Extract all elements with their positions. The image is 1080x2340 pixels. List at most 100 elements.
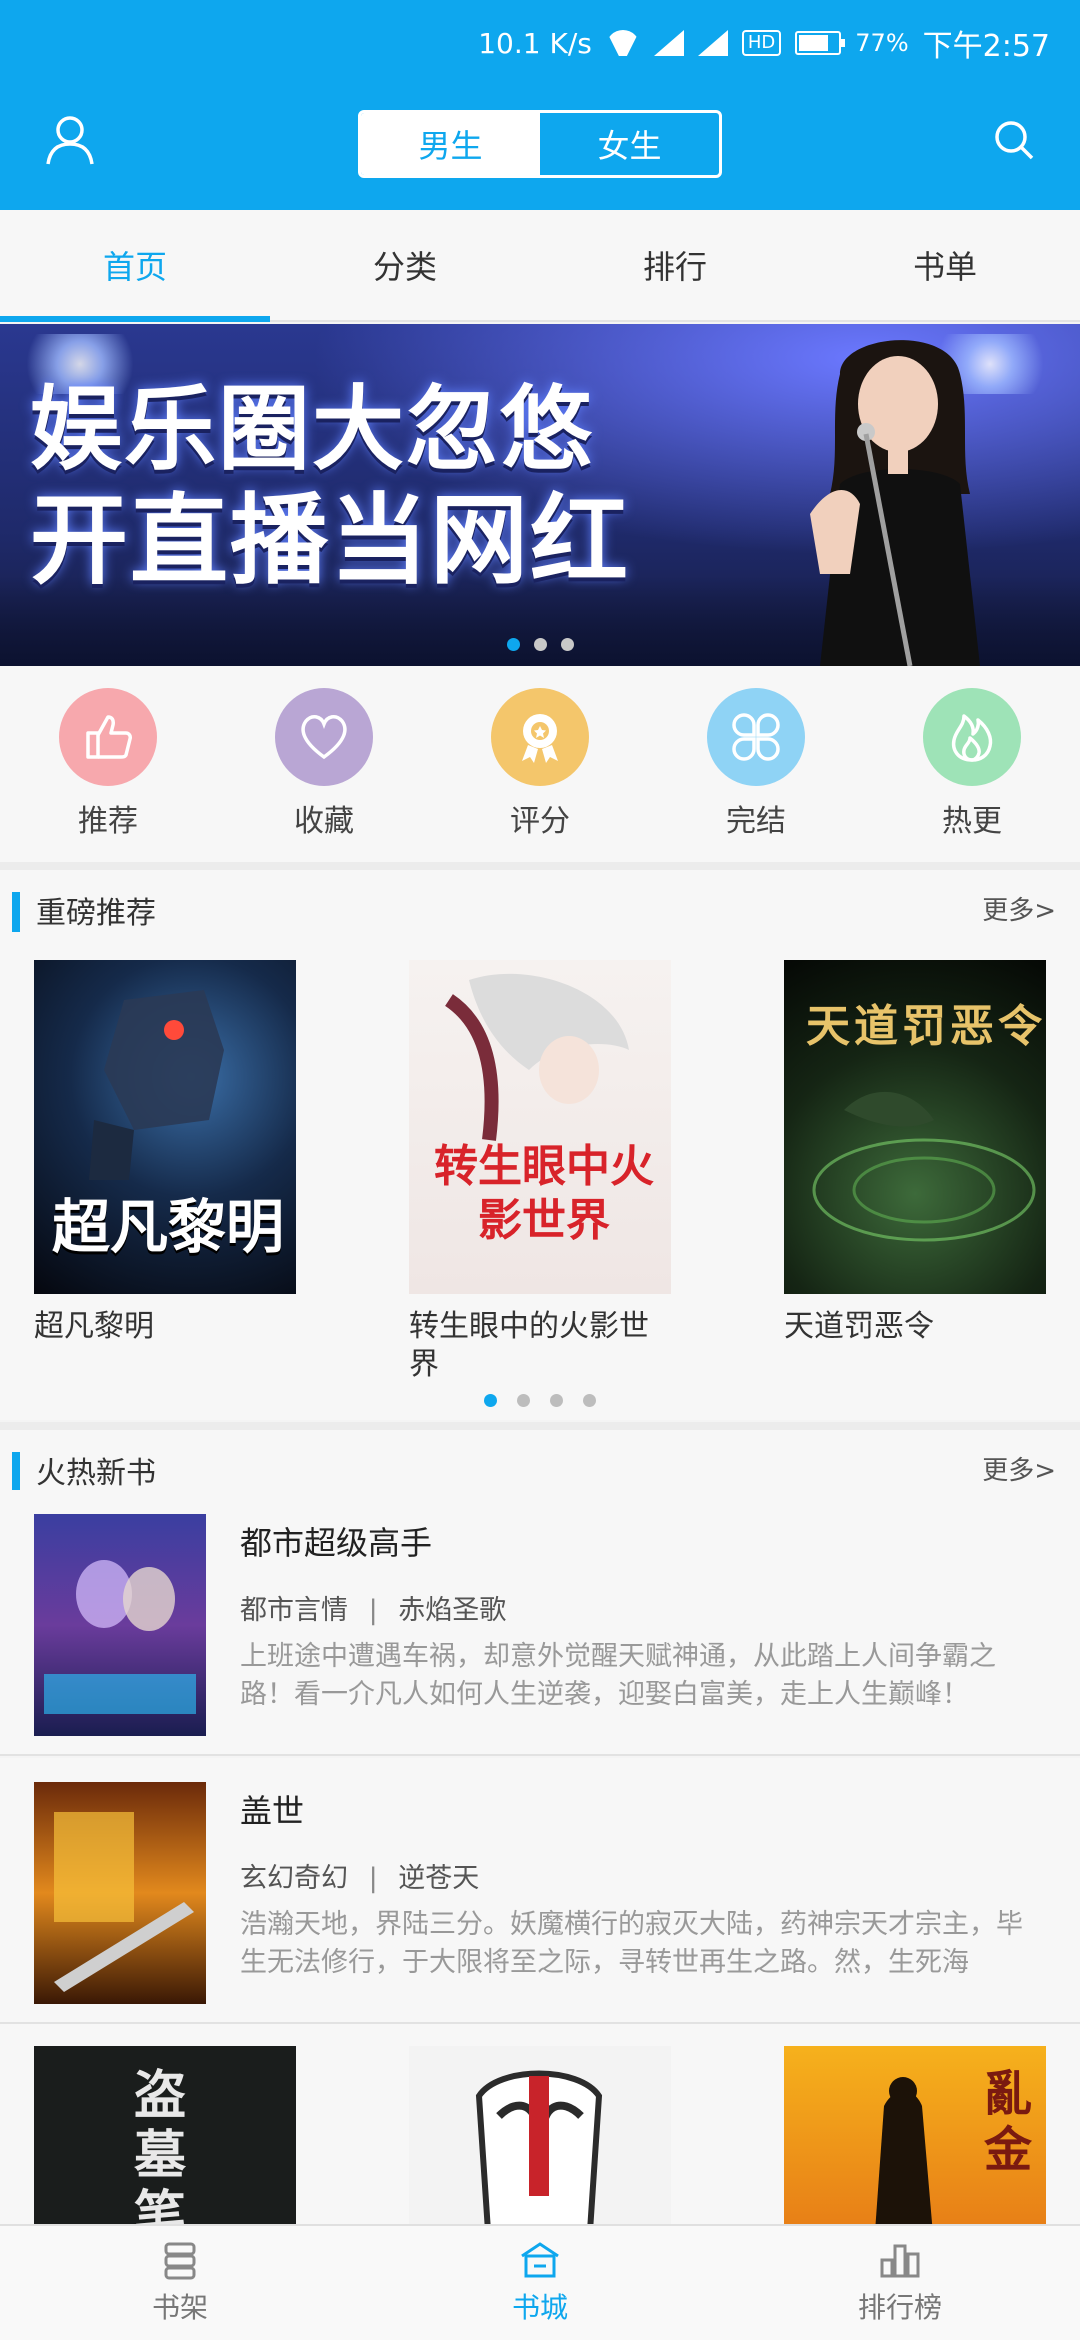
thumbs-up-icon bbox=[59, 688, 157, 786]
book-description: 上班途中遭遇车祸，却意外觉醒天赋神通，从此踏上人间争霸之路！看一介凡人如何人生逆… bbox=[240, 1641, 996, 1710]
heart-icon bbox=[275, 688, 373, 786]
search-icon bbox=[995, 121, 1034, 160]
book-category: 都市言情 bbox=[240, 1595, 348, 1626]
status-bar: 10.1 K/s HD 77% 下午2:57 bbox=[478, 18, 1050, 68]
book-thumbnail bbox=[34, 1514, 206, 1736]
ranking-icon bbox=[880, 2244, 920, 2278]
gender-tab-female[interactable]: 女生 bbox=[540, 113, 719, 175]
cover-title: 转生眼中火影世界 bbox=[434, 1141, 654, 1246]
banner-line-2: 开直播当网红 bbox=[30, 484, 631, 598]
meta-separator: | bbox=[368, 1863, 378, 1894]
pager-dot[interactable] bbox=[583, 1394, 596, 1407]
nav-label: 书架 bbox=[151, 2291, 208, 2324]
banner-dot[interactable] bbox=[533, 638, 547, 651]
featured-section-header: 重磅推荐 更多> bbox=[0, 870, 1080, 950]
banner-dot[interactable] bbox=[560, 638, 574, 651]
book-thumbnail-art bbox=[44, 1560, 196, 1714]
section-title: 火热新书 bbox=[36, 1456, 156, 1491]
battery-fill bbox=[799, 35, 829, 51]
tab-ranking[interactable]: 排行 bbox=[540, 210, 810, 320]
banner-indicator bbox=[0, 638, 1080, 651]
opera-mask-illustration bbox=[475, 2070, 603, 2224]
nav-bookshelf[interactable]: 书架 bbox=[0, 2226, 360, 2340]
book-author: 逆苍天 bbox=[398, 1863, 480, 1894]
tab-booklist[interactable]: 书单 bbox=[810, 210, 1080, 320]
hot-new-more-link[interactable]: 更多> bbox=[982, 1450, 1056, 1487]
book-cover[interactable]: 亂金 bbox=[784, 2046, 1046, 2224]
section-accent-bar bbox=[12, 1452, 20, 1492]
featured-books: 超凡黎明 超凡黎明 转生眼中火影世界 转生眼中的火影世界 天道罚恶令 天道罚恶令 bbox=[0, 950, 1080, 1420]
nav-label: 排行榜 bbox=[857, 2291, 942, 2324]
book-title: 都市超级高手 bbox=[240, 1524, 433, 1562]
book-name: 转生眼中的火影世界 bbox=[409, 1309, 649, 1382]
flame-icon bbox=[923, 688, 1021, 786]
cover-title: 亂金 bbox=[984, 2066, 1033, 2178]
banner-dot[interactable] bbox=[506, 638, 520, 651]
category-shortcuts: 推荐 收藏 评分 完结 热更 bbox=[0, 666, 1080, 862]
pager-dot[interactable] bbox=[484, 1394, 497, 1407]
clock: 下午2:57 bbox=[922, 29, 1050, 64]
bookshelf-icon bbox=[164, 2242, 196, 2280]
category-label: 完结 bbox=[726, 804, 786, 839]
book-category: 玄幻奇幻 bbox=[240, 1863, 348, 1894]
book-cover[interactable] bbox=[409, 2046, 671, 2224]
cover-title: 盗墓笔 bbox=[134, 2066, 187, 2224]
pager-dot[interactable] bbox=[517, 1394, 530, 1407]
tab-category[interactable]: 分类 bbox=[270, 210, 540, 320]
app-header: 10.1 K/s HD 77% 下午2:57 男生 女生 bbox=[0, 0, 1080, 210]
hd-icon: HD bbox=[741, 30, 782, 56]
category-rating[interactable]: 评分 bbox=[432, 666, 648, 862]
book-cover[interactable]: 盗墓笔 bbox=[34, 2046, 296, 2224]
user-profile-button[interactable] bbox=[44, 114, 96, 166]
featured-book[interactable]: 超凡黎明 超凡黎明 bbox=[34, 960, 296, 1346]
signal-icon bbox=[653, 30, 684, 56]
nav-bookstore[interactable]: 书城 bbox=[360, 2226, 720, 2340]
category-hot-update[interactable]: 热更 bbox=[864, 666, 1080, 862]
book-description: 浩瀚天地，界陆三分。妖魔横行的寂灭大陆，药神宗天才宗主，毕生无法修行，于大限将至… bbox=[240, 1909, 1023, 1978]
section-accent-bar bbox=[12, 892, 20, 932]
featured-book[interactable]: 转生眼中火影世界 转生眼中的火影世界 bbox=[409, 960, 671, 1384]
book-name: 天道罚恶令 bbox=[784, 1309, 934, 1344]
battery-icon bbox=[795, 31, 846, 55]
featured-more-link[interactable]: 更多> bbox=[982, 890, 1056, 927]
category-recommend[interactable]: 推荐 bbox=[0, 666, 216, 862]
book-cover: 转生眼中火影世界 bbox=[409, 960, 671, 1294]
book-title: 盖世 bbox=[240, 1792, 305, 1830]
book-cover: 超凡黎明 bbox=[34, 960, 296, 1294]
featured-book[interactable]: 天道罚恶令 天道罚恶令 bbox=[784, 960, 1046, 1346]
user-icon bbox=[46, 116, 94, 165]
nav-ranking[interactable]: 排行榜 bbox=[720, 2226, 1080, 2340]
wifi-icon bbox=[606, 30, 640, 56]
category-label: 收藏 bbox=[294, 804, 354, 839]
book-thumbnail-art bbox=[54, 1812, 194, 1992]
search-button[interactable] bbox=[992, 118, 1036, 162]
award-icon bbox=[491, 688, 589, 786]
category-label: 评分 bbox=[510, 804, 570, 839]
clover-icon bbox=[707, 688, 805, 786]
banner-title: 娱乐圈大忽悠 开直播当网红 bbox=[30, 374, 710, 596]
character-illustration bbox=[444, 973, 629, 1141]
category-completed[interactable]: 完结 bbox=[648, 666, 864, 862]
pager-dot[interactable] bbox=[550, 1394, 563, 1407]
gender-tab-male[interactable]: 男生 bbox=[361, 113, 540, 175]
meta-separator: | bbox=[368, 1595, 378, 1626]
book-grid-row: 盗墓笔 亂金 bbox=[0, 2024, 1080, 2224]
cover-title: 超凡黎明 bbox=[52, 1193, 285, 1261]
category-favorites[interactable]: 收藏 bbox=[216, 666, 432, 862]
list-item[interactable]: 盖世 玄幻奇幻 | 逆苍天 浩瀚天地，界陆三分。妖魔横行的寂灭大陆，药神宗天才宗… bbox=[0, 1758, 1080, 2024]
banner-line-1: 娱乐圈大忽悠 bbox=[30, 376, 595, 483]
nav-label: 书城 bbox=[511, 2291, 568, 2324]
main-tabs: 首页 分类 排行 书单 bbox=[0, 210, 1080, 322]
list-item[interactable]: 都市超级高手 都市言情 | 赤焰圣歌 上班途中遭遇车祸，却意外觉醒天赋神通，从此… bbox=[0, 1490, 1080, 1756]
tab-home[interactable]: 首页 bbox=[0, 210, 270, 322]
mech-illustration bbox=[89, 990, 224, 1180]
section-title: 重磅推荐 bbox=[36, 896, 156, 931]
book-meta: 都市言情 | 赤焰圣歌 bbox=[240, 1588, 506, 1627]
promo-banner[interactable]: 娱乐圈大忽悠 开直播当网红 bbox=[0, 324, 1080, 666]
battery-percent: 77% bbox=[855, 29, 909, 57]
book-meta: 玄幻奇幻 | 逆苍天 bbox=[240, 1856, 479, 1895]
signal-icon-2 bbox=[697, 30, 728, 56]
category-label: 热更 bbox=[942, 804, 1002, 839]
book-author: 赤焰圣歌 bbox=[398, 1595, 507, 1626]
book-cover: 天道罚恶令 bbox=[784, 960, 1046, 1294]
